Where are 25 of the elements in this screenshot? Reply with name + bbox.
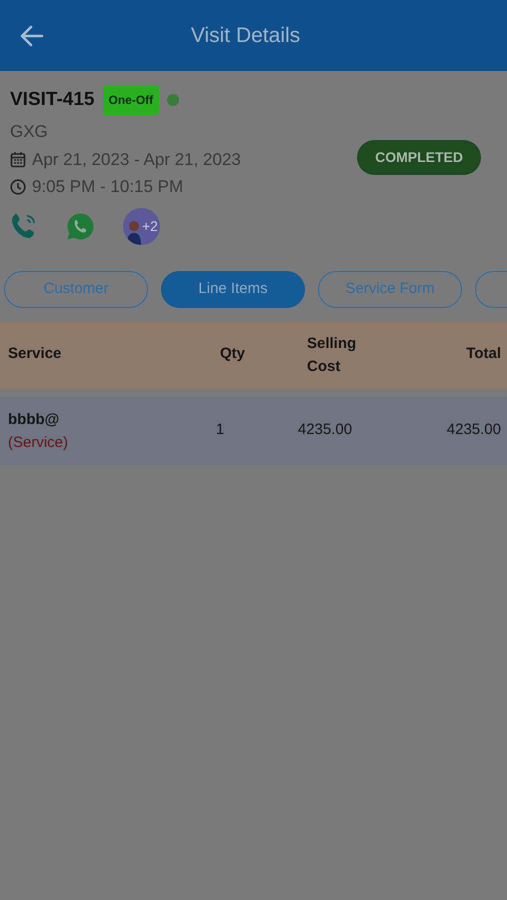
tab[interactable]: Line Items: [161, 270, 305, 308]
column-header: Total: [465, 344, 502, 364]
status-badge: COMPLETED: [357, 140, 481, 175]
screen-title: Visit Details: [190, 22, 302, 49]
table-cell-text: 4235.00: [296, 420, 354, 440]
column-header: Selling Cost: [306, 334, 358, 376]
visit-id: VISIT-415: [10, 88, 94, 112]
extra-assignees-count: +2: [142, 218, 158, 234]
visit-type-badge: One-Off: [102, 85, 160, 115]
time-range: 9:05 PM - 10:15 PM: [32, 176, 184, 198]
clock-icon: [10, 178, 26, 195]
back-arrow-icon[interactable]: [20, 24, 44, 46]
column-header: Qty: [218, 344, 246, 364]
table-cell-text: 1: [214, 420, 226, 440]
service-type: (Service): [8, 432, 70, 452]
date-range: Apr 21, 2023 - Apr 21, 2023: [32, 148, 241, 170]
column-header: Service: [7, 344, 62, 364]
person-icon: [127, 218, 141, 244]
chat-icon[interactable]: [66, 212, 95, 240]
phone-icon[interactable]: [10, 212, 38, 240]
table-cell-text: 4235.00: [446, 420, 502, 440]
assignee-avatar[interactable]: +2: [123, 208, 160, 244]
service-name: bbbb@: [8, 410, 60, 430]
customer-name: GXG: [10, 121, 49, 143]
calendar-icon: [10, 150, 26, 168]
